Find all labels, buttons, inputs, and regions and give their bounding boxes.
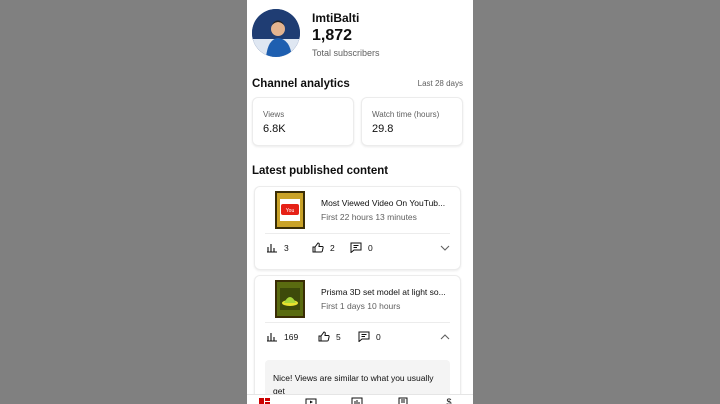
comment-icon bbox=[358, 331, 370, 342]
analytics-icon[interactable] bbox=[351, 397, 363, 404]
video-thumbnail[interactable] bbox=[275, 280, 305, 318]
earn-icon[interactable]: $ bbox=[443, 397, 455, 404]
content-icon[interactable] bbox=[305, 397, 317, 404]
content-card[interactable]: Prisma 3D set model at light so... First… bbox=[254, 275, 461, 404]
subscriber-label: Total subscribers bbox=[312, 48, 380, 58]
comments-icon[interactable] bbox=[397, 397, 409, 404]
dashboard-icon[interactable] bbox=[259, 397, 271, 404]
thumbs-up-icon bbox=[312, 242, 324, 253]
watch-time-card[interactable]: Watch time (hours) 29.8 bbox=[361, 97, 463, 146]
chevron-down-icon[interactable] bbox=[440, 244, 450, 252]
latest-content-title: Latest published content bbox=[252, 165, 389, 177]
video-title[interactable]: Most Viewed Video On YouTub... bbox=[321, 198, 445, 208]
svg-text:You: You bbox=[286, 208, 295, 214]
video-thumbnail[interactable]: You bbox=[275, 191, 305, 229]
comments-count: 0 bbox=[376, 331, 381, 342]
likes-count: 2 bbox=[330, 242, 335, 253]
divider bbox=[265, 233, 450, 234]
bar-chart-icon bbox=[267, 333, 277, 342]
views-metric: 169 bbox=[267, 331, 298, 342]
studio-dashboard: ImtiBalti 1,872 Total subscribers Channe… bbox=[247, 0, 473, 404]
video-period: First 1 days 10 hours bbox=[321, 301, 401, 311]
video-title[interactable]: Prisma 3D set model at light so... bbox=[321, 287, 446, 297]
watch-time-label: Watch time (hours) bbox=[372, 110, 440, 119]
youtube-logo-icon: You bbox=[280, 199, 300, 221]
likes-count: 5 bbox=[336, 331, 341, 342]
likes-metric: 5 bbox=[318, 331, 341, 342]
views-count: 3 bbox=[284, 242, 289, 253]
prism-model-icon bbox=[280, 288, 300, 310]
views-metric: 3 bbox=[267, 242, 289, 253]
bar-chart-icon bbox=[267, 244, 277, 253]
divider bbox=[265, 322, 450, 323]
svg-text:$: $ bbox=[446, 397, 451, 404]
views-value: 6.8K bbox=[263, 123, 286, 135]
channel-name: ImtiBalti bbox=[312, 11, 360, 25]
analytics-period: Last 28 days bbox=[417, 79, 463, 88]
comments-count: 0 bbox=[368, 242, 373, 253]
comment-icon bbox=[350, 242, 362, 253]
subscriber-count: 1,872 bbox=[312, 27, 353, 44]
likes-metric: 2 bbox=[312, 242, 335, 253]
analytics-title: Channel analytics bbox=[252, 78, 350, 90]
views-count: 169 bbox=[284, 331, 299, 342]
views-label: Views bbox=[263, 110, 285, 119]
views-card[interactable]: Views 6.8K bbox=[252, 97, 354, 146]
thumbs-up-icon bbox=[318, 331, 330, 342]
bottom-nav: $ bbox=[247, 394, 473, 404]
chevron-up-icon[interactable] bbox=[440, 333, 450, 341]
content-card[interactable]: You Most Viewed Video On YouTub... First… bbox=[254, 186, 461, 270]
avatar[interactable] bbox=[252, 9, 300, 57]
video-letterbox-right bbox=[473, 0, 720, 404]
video-letterbox-left bbox=[0, 0, 247, 404]
comments-metric: 0 bbox=[358, 331, 381, 342]
comments-metric: 0 bbox=[350, 242, 373, 253]
watch-time-value: 29.8 bbox=[372, 123, 394, 135]
video-period: First 22 hours 13 minutes bbox=[321, 212, 417, 222]
